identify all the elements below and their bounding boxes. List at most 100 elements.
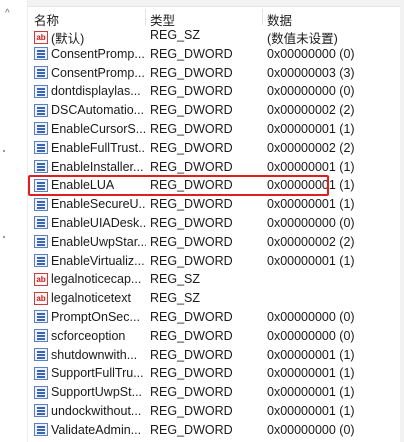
value-name-cell: DSCAutomatio... [34,103,146,117]
registry-value-row[interactable]: SupportFullTru... REG_DWORD 0x00000001 (1) [28,364,400,383]
value-name-label: SupportFullTru... [51,366,144,381]
value-name-label: dontdisplaylas... [51,84,141,99]
value-name-cell: undockwithout... [34,404,146,418]
value-type-cell: REG_SZ [150,28,201,42]
value-type-cell: REG_SZ [150,272,201,287]
value-type-cell: REG_SZ [150,291,201,306]
dword-value-icon [34,404,48,418]
value-data-cell: 0x00000000 (0) [267,328,355,343]
registry-value-row[interactable]: ab legalnoticecap... REG_SZ [28,270,400,289]
value-data-cell: 0x00000001 (1) [267,366,355,381]
dword-value-icon [34,366,48,380]
dword-value-icon [34,197,48,211]
value-name-label: EnableCursorS... [51,121,146,136]
value-name-cell: SupportUwpSt... [34,385,146,399]
registry-value-row[interactable]: EnableFullTrust... REG_DWORD 0x00000002 (2… [28,139,400,158]
registry-value-row[interactable]: ab (默认) REG_SZ (数值未设置) [28,26,400,46]
value-type-cell: REG_DWORD [150,366,233,381]
value-data-cell: 0x00000003 (3) [267,65,355,80]
column-divider[interactable] [145,9,146,25]
value-data-cell: 0x00000001 (1) [267,121,355,136]
registry-value-row[interactable]: ab legalnoticetext REG_SZ [28,289,400,308]
value-type-cell: REG_DWORD [150,46,233,61]
value-data-cell: 0x00000001 (1) [267,159,355,174]
value-name-label: SupportUwpSt... [51,385,143,400]
dword-value-icon [34,348,48,362]
value-type-cell: REG_DWORD [150,347,233,362]
column-divider[interactable] [262,9,263,25]
value-data-cell: 0x00000000 (0) [267,215,355,230]
registry-value-row[interactable]: EnableCursorS... REG_DWORD 0x00000001 (1) [28,120,400,139]
value-name-cell: SupportFullTru... [34,366,146,380]
value-data-cell: 0x00000000 (0) [267,84,355,99]
value-name-label: EnableVirtualiz... [51,253,145,268]
registry-value-row[interactable]: PromptOnSec... REG_DWORD 0x00000000 (0) [28,308,400,327]
dword-value-icon [34,254,48,268]
vertical-scrollbar[interactable] [400,0,404,442]
string-value-icon: ab [34,31,48,44]
value-type-cell: REG_DWORD [150,328,233,343]
value-type-cell: REG_DWORD [150,422,233,437]
dword-value-icon [34,103,48,117]
window-top-edge [0,0,404,7]
value-type-cell: REG_DWORD [150,197,233,212]
value-name-label: scforceoption [51,328,126,343]
value-name-cell: ConsentPromp... [34,47,146,61]
registry-value-row[interactable]: ConsentPromp... REG_DWORD 0x00000003 (3) [28,64,400,83]
registry-value-row[interactable]: dontdisplaylas... REG_DWORD 0x00000000 (0) [28,82,400,101]
registry-value-row[interactable]: undockwithout... REG_DWORD 0x00000001 (1) [28,402,400,421]
string-value-icon: ab [34,272,48,286]
value-type-cell: REG_DWORD [150,215,233,230]
value-name-cell: PromptOnSec... [34,310,146,324]
value-name-cell: EnableUIADesk... [34,216,146,230]
dword-value-icon [34,423,48,437]
registry-value-row[interactable]: EnableUwpStar... REG_DWORD 0x00000002 (2) [28,233,400,252]
dword-value-icon [34,66,48,80]
dword-value-icon [34,160,48,174]
tree-line-mark [3,236,5,238]
registry-value-row[interactable]: EnableVirtualiz... REG_DWORD 0x00000001 (1… [28,252,400,271]
list-body: ab (默认) REG_SZ (数值未设置) ConsentPromp... REG_DW… [28,26,400,440]
value-type-cell: REG_DWORD [150,403,233,418]
value-name-cell: EnableCursorS... [34,122,146,136]
value-type-cell: REG_DWORD [150,84,233,99]
value-name-label: EnableLUA [51,178,115,193]
value-type-cell: REG_DWORD [150,234,233,249]
value-name-cell: EnableSecureU... [34,197,146,211]
registry-value-row[interactable]: EnableUIADesk... REG_DWORD 0x00000000 (0) [28,214,400,233]
value-data-cell: 0x00000002 (2) [267,234,355,249]
value-type-cell: REG_DWORD [150,253,233,268]
registry-value-row[interactable]: scforceoption REG_DWORD 0x00000000 (0) [28,327,400,346]
dword-value-icon [34,235,48,249]
registry-value-row[interactable]: shutdownwith... REG_DWORD 0x00000001 (1) [28,346,400,365]
value-name-label: EnableFullTrust... [51,140,146,155]
value-name-label: EnableSecureU... [51,197,146,212]
value-name-cell: EnableVirtualiz... [34,254,146,268]
registry-value-row[interactable]: EnableSecureU... REG_DWORD 0x00000001 (1) [28,195,400,214]
registry-value-row[interactable]: EnableLUA REG_DWORD 0x00000001 (1) [28,175,400,197]
value-name-cell: EnableFullTrust... [34,141,146,155]
registry-value-row[interactable]: DSCAutomatio... REG_DWORD 0x00000002 (2) [28,101,400,120]
registry-tree-pane[interactable]: ^ [0,0,28,442]
value-type-cell: REG_DWORD [150,178,233,193]
value-type-cell: REG_DWORD [150,385,233,400]
value-name-label: PromptOnSec... [51,309,140,324]
tree-line-mark [3,150,5,152]
registry-value-row[interactable]: ValidateAdmin... REG_DWORD 0x00000000 (0) [28,421,400,440]
value-type-cell: REG_DWORD [150,121,233,136]
collapse-arrow-icon[interactable]: ^ [5,8,10,19]
value-name-label: legalnoticetext [51,291,131,306]
value-name-cell: shutdownwith... [34,348,146,362]
value-data-cell: 0x00000001 (1) [267,385,355,400]
value-data-cell: 0x00000001 (1) [267,403,355,418]
dword-value-icon [34,310,48,324]
registry-value-row[interactable]: EnableInstaller... REG_DWORD 0x00000001 (1… [28,158,400,177]
dword-value-icon [34,122,48,136]
value-type-cell: REG_DWORD [150,65,233,80]
registry-value-row[interactable]: SupportUwpSt... REG_DWORD 0x00000001 (1) [28,383,400,402]
value-name-label: ValidateAdmin... [51,422,142,437]
value-name-cell: ab legalnoticetext [34,291,146,305]
value-data-cell: 0x00000002 (2) [267,103,355,118]
registry-value-row[interactable]: ConsentPromp... REG_DWORD 0x00000000 (0) [28,45,400,64]
value-name-label: legalnoticecap... [51,272,142,287]
